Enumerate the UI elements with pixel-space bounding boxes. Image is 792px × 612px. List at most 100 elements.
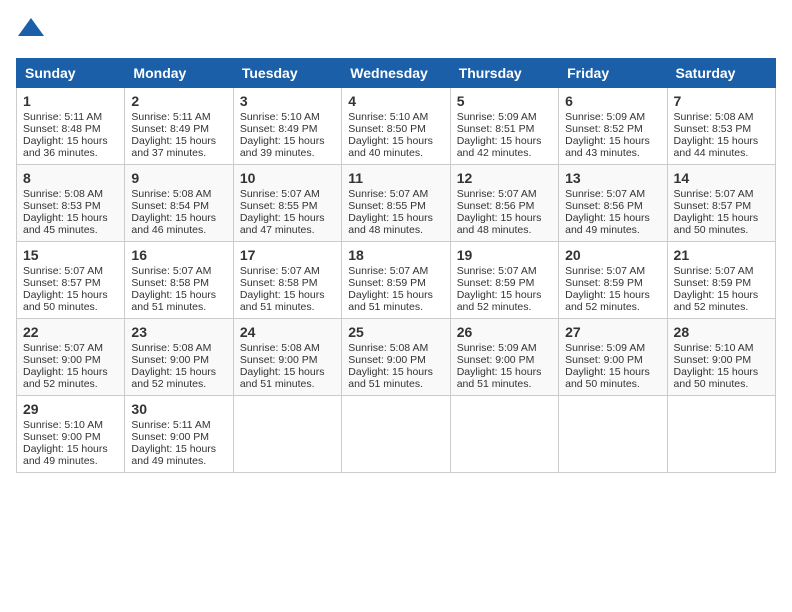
day-number: 29	[23, 401, 118, 417]
day-number: 24	[240, 324, 335, 340]
sunrise-text: Sunrise: 5:07 AM	[23, 265, 103, 277]
calendar-day-cell: 5 Sunrise: 5:09 AM Sunset: 8:51 PM Dayli…	[450, 88, 558, 165]
sunset-text: Sunset: 8:53 PM	[23, 200, 101, 212]
logo	[16, 16, 50, 46]
daylight-text: Daylight: 15 hours and 52 minutes.	[23, 366, 108, 390]
daylight-text: Daylight: 15 hours and 39 minutes.	[240, 135, 325, 159]
sunrise-text: Sunrise: 5:10 AM	[348, 111, 428, 123]
day-number: 21	[674, 247, 769, 263]
sunset-text: Sunset: 8:55 PM	[240, 200, 318, 212]
day-number: 20	[565, 247, 660, 263]
sunset-text: Sunset: 8:53 PM	[674, 123, 752, 135]
day-number: 4	[348, 93, 443, 109]
empty-cell	[233, 396, 341, 473]
sunset-text: Sunset: 8:57 PM	[23, 277, 101, 289]
day-number: 12	[457, 170, 552, 186]
calendar-day-cell: 12 Sunrise: 5:07 AM Sunset: 8:56 PM Dayl…	[450, 165, 558, 242]
calendar-day-cell: 1 Sunrise: 5:11 AM Sunset: 8:48 PM Dayli…	[17, 88, 125, 165]
day-number: 17	[240, 247, 335, 263]
empty-cell	[342, 396, 450, 473]
day-number: 22	[23, 324, 118, 340]
daylight-text: Daylight: 15 hours and 36 minutes.	[23, 135, 108, 159]
sunset-text: Sunset: 8:56 PM	[565, 200, 643, 212]
daylight-text: Daylight: 15 hours and 37 minutes.	[131, 135, 216, 159]
day-number: 26	[457, 324, 552, 340]
sunset-text: Sunset: 8:59 PM	[457, 277, 535, 289]
day-number: 3	[240, 93, 335, 109]
daylight-text: Daylight: 15 hours and 52 minutes.	[131, 366, 216, 390]
sunrise-text: Sunrise: 5:09 AM	[457, 111, 537, 123]
sunrise-text: Sunrise: 5:07 AM	[240, 265, 320, 277]
calendar-day-cell: 16 Sunrise: 5:07 AM Sunset: 8:58 PM Dayl…	[125, 242, 233, 319]
calendar-day-cell: 11 Sunrise: 5:07 AM Sunset: 8:55 PM Dayl…	[342, 165, 450, 242]
daylight-text: Daylight: 15 hours and 49 minutes.	[23, 443, 108, 467]
calendar-header-row: SundayMondayTuesdayWednesdayThursdayFrid…	[17, 59, 776, 88]
sunset-text: Sunset: 8:49 PM	[131, 123, 209, 135]
daylight-text: Daylight: 15 hours and 51 minutes.	[348, 366, 433, 390]
daylight-text: Daylight: 15 hours and 45 minutes.	[23, 212, 108, 236]
page-header	[16, 16, 776, 46]
calendar-day-cell: 6 Sunrise: 5:09 AM Sunset: 8:52 PM Dayli…	[559, 88, 667, 165]
day-number: 27	[565, 324, 660, 340]
day-number: 15	[23, 247, 118, 263]
calendar-day-cell: 14 Sunrise: 5:07 AM Sunset: 8:57 PM Dayl…	[667, 165, 775, 242]
calendar-day-cell: 23 Sunrise: 5:08 AM Sunset: 9:00 PM Dayl…	[125, 319, 233, 396]
sunset-text: Sunset: 8:58 PM	[240, 277, 318, 289]
empty-cell	[559, 396, 667, 473]
calendar-day-cell: 3 Sunrise: 5:10 AM Sunset: 8:49 PM Dayli…	[233, 88, 341, 165]
day-number: 14	[674, 170, 769, 186]
sunset-text: Sunset: 9:00 PM	[131, 354, 209, 366]
calendar-week-row: 22 Sunrise: 5:07 AM Sunset: 9:00 PM Dayl…	[17, 319, 776, 396]
day-number: 13	[565, 170, 660, 186]
sunrise-text: Sunrise: 5:07 AM	[674, 265, 754, 277]
calendar-day-cell: 13 Sunrise: 5:07 AM Sunset: 8:56 PM Dayl…	[559, 165, 667, 242]
sunrise-text: Sunrise: 5:08 AM	[348, 342, 428, 354]
day-number: 30	[131, 401, 226, 417]
column-header-monday: Monday	[125, 59, 233, 88]
sunrise-text: Sunrise: 5:07 AM	[674, 188, 754, 200]
daylight-text: Daylight: 15 hours and 46 minutes.	[131, 212, 216, 236]
sunrise-text: Sunrise: 5:08 AM	[674, 111, 754, 123]
daylight-text: Daylight: 15 hours and 47 minutes.	[240, 212, 325, 236]
day-number: 8	[23, 170, 118, 186]
column-header-wednesday: Wednesday	[342, 59, 450, 88]
daylight-text: Daylight: 15 hours and 48 minutes.	[348, 212, 433, 236]
calendar-day-cell: 17 Sunrise: 5:07 AM Sunset: 8:58 PM Dayl…	[233, 242, 341, 319]
sunrise-text: Sunrise: 5:10 AM	[674, 342, 754, 354]
calendar-day-cell: 26 Sunrise: 5:09 AM Sunset: 9:00 PM Dayl…	[450, 319, 558, 396]
sunset-text: Sunset: 9:00 PM	[23, 431, 101, 443]
daylight-text: Daylight: 15 hours and 51 minutes.	[131, 289, 216, 313]
calendar-day-cell: 10 Sunrise: 5:07 AM Sunset: 8:55 PM Dayl…	[233, 165, 341, 242]
calendar-day-cell: 24 Sunrise: 5:08 AM Sunset: 9:00 PM Dayl…	[233, 319, 341, 396]
sunrise-text: Sunrise: 5:07 AM	[457, 265, 537, 277]
daylight-text: Daylight: 15 hours and 52 minutes.	[565, 289, 650, 313]
sunrise-text: Sunrise: 5:08 AM	[131, 342, 211, 354]
sunrise-text: Sunrise: 5:07 AM	[131, 265, 211, 277]
sunrise-text: Sunrise: 5:07 AM	[565, 265, 645, 277]
calendar-day-cell: 25 Sunrise: 5:08 AM Sunset: 9:00 PM Dayl…	[342, 319, 450, 396]
sunrise-text: Sunrise: 5:09 AM	[565, 111, 645, 123]
sunrise-text: Sunrise: 5:07 AM	[457, 188, 537, 200]
daylight-text: Daylight: 15 hours and 48 minutes.	[457, 212, 542, 236]
calendar-day-cell: 29 Sunrise: 5:10 AM Sunset: 9:00 PM Dayl…	[17, 396, 125, 473]
calendar-day-cell: 22 Sunrise: 5:07 AM Sunset: 9:00 PM Dayl…	[17, 319, 125, 396]
day-number: 7	[674, 93, 769, 109]
day-number: 23	[131, 324, 226, 340]
day-number: 2	[131, 93, 226, 109]
day-number: 25	[348, 324, 443, 340]
day-number: 16	[131, 247, 226, 263]
sunrise-text: Sunrise: 5:11 AM	[23, 111, 102, 123]
day-number: 28	[674, 324, 769, 340]
day-number: 9	[131, 170, 226, 186]
calendar-day-cell: 30 Sunrise: 5:11 AM Sunset: 9:00 PM Dayl…	[125, 396, 233, 473]
calendar-day-cell: 9 Sunrise: 5:08 AM Sunset: 8:54 PM Dayli…	[125, 165, 233, 242]
daylight-text: Daylight: 15 hours and 51 minutes.	[457, 366, 542, 390]
calendar-day-cell: 7 Sunrise: 5:08 AM Sunset: 8:53 PM Dayli…	[667, 88, 775, 165]
daylight-text: Daylight: 15 hours and 52 minutes.	[457, 289, 542, 313]
daylight-text: Daylight: 15 hours and 44 minutes.	[674, 135, 759, 159]
calendar-day-cell: 19 Sunrise: 5:07 AM Sunset: 8:59 PM Dayl…	[450, 242, 558, 319]
day-number: 18	[348, 247, 443, 263]
daylight-text: Daylight: 15 hours and 40 minutes.	[348, 135, 433, 159]
sunrise-text: Sunrise: 5:08 AM	[240, 342, 320, 354]
daylight-text: Daylight: 15 hours and 43 minutes.	[565, 135, 650, 159]
